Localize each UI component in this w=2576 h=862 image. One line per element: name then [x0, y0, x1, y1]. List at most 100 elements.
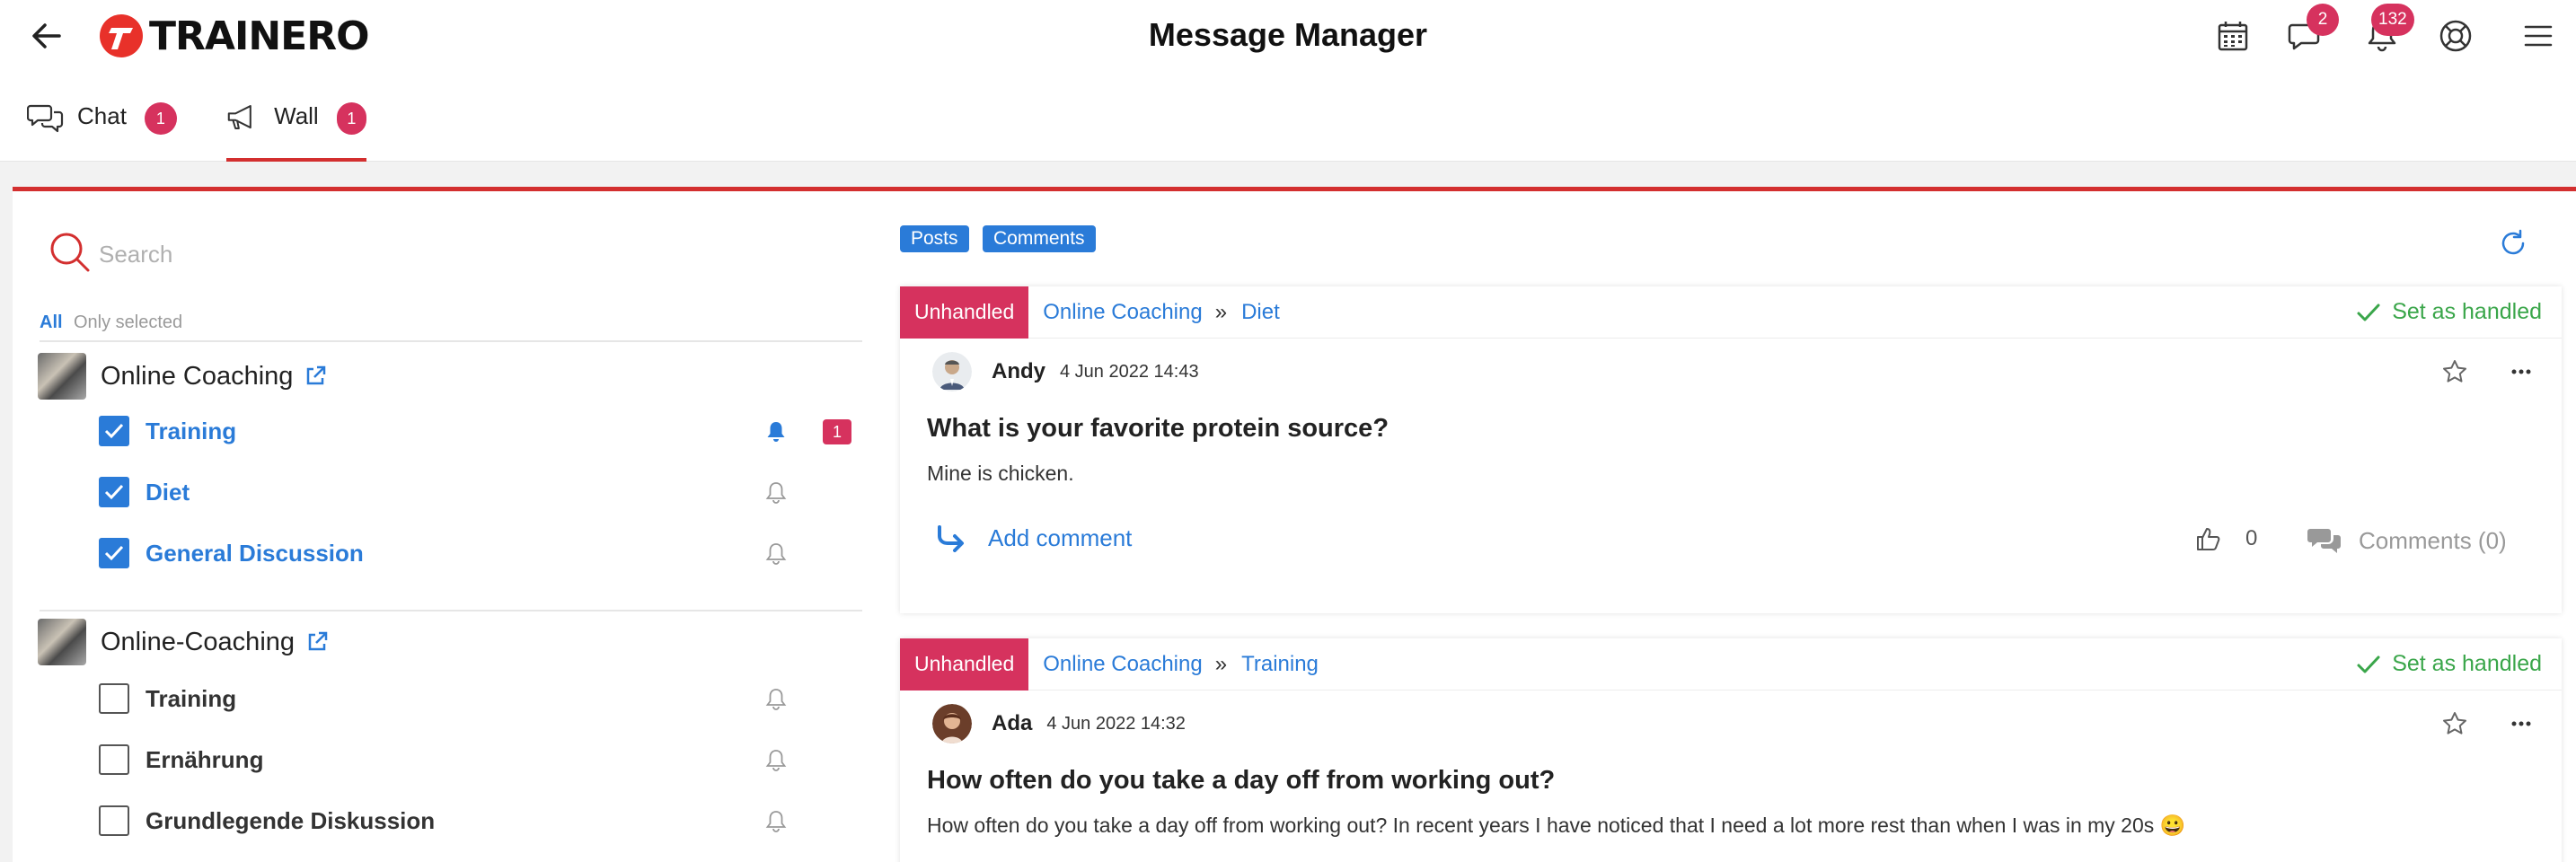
bell-icon[interactable] [763, 809, 789, 834]
group-online-coaching[interactable]: Online Coaching [38, 353, 327, 400]
divider [40, 340, 862, 342]
post-title: How often do you take a day off from wor… [927, 766, 1556, 795]
post-card: Unhandled Online Coaching » Diet Set as … [900, 286, 2562, 613]
menu-icon[interactable] [2519, 16, 2558, 56]
comments-button[interactable]: Comments (0) [2307, 525, 2507, 556]
external-link-icon[interactable] [304, 365, 327, 388]
channel-item[interactable]: Grundlegende Diskussion [99, 798, 871, 843]
group-name: Online Coaching [101, 361, 294, 391]
checkbox-unchecked[interactable] [99, 805, 129, 836]
post-header: Unhandled Online Coaching » Training Set… [900, 638, 2562, 690]
filter-chip-posts[interactable]: Posts [900, 225, 969, 252]
chat-icon [27, 104, 64, 133]
search-input[interactable] [99, 236, 728, 272]
tab-wall-badge: 1 [336, 102, 366, 135]
trainero-logo-icon [100, 14, 143, 57]
bell-icon[interactable] [763, 687, 789, 712]
back-arrow-icon[interactable] [27, 16, 66, 56]
bell-icon[interactable] [763, 748, 789, 773]
channel-item[interactable]: Diet [99, 470, 871, 515]
group-online-coaching-2[interactable]: Online-Coaching [38, 619, 329, 665]
set-as-handled-label: Set as handled [2392, 299, 2542, 324]
author-name[interactable]: Andy [992, 359, 1045, 384]
group-thumbnail [38, 619, 86, 665]
tab-chat[interactable]: Chat 1 [27, 102, 177, 162]
breadcrumb-channel[interactable]: Training [1241, 652, 1319, 677]
refresh-icon[interactable] [2497, 227, 2529, 259]
breadcrumb-separator: » [1214, 651, 1228, 676]
check-icon [2357, 655, 2380, 673]
group-name: Online-Coaching [101, 627, 296, 656]
avatar[interactable] [932, 704, 972, 743]
reply-arrow-icon [938, 525, 964, 552]
channel-label: Grundlegende Diskussion [146, 806, 436, 834]
channel-label: Ernährung [146, 745, 264, 773]
tab-wall-label: Wall [274, 102, 319, 129]
channel-item[interactable]: General Discussion [99, 531, 871, 576]
group-thumbnail [38, 353, 86, 400]
post-author-row: Andy 4 Jun 2022 14:43 [900, 339, 2562, 405]
tab-chat-badge: 1 [144, 102, 177, 135]
thumbs-up-icon [2197, 528, 2220, 550]
post-date: 4 Jun 2022 14:32 [1046, 713, 1186, 734]
tab-wall[interactable]: Wall 1 [226, 102, 366, 162]
divider [40, 610, 862, 611]
filter-only-selected[interactable]: Only selected [74, 312, 182, 333]
set-as-handled-button[interactable]: Set as handled [2356, 299, 2542, 325]
channel-item[interactable]: Ernährung [99, 737, 871, 782]
breadcrumb-channel[interactable]: Diet [1241, 300, 1280, 325]
bell-active-icon[interactable] [763, 419, 789, 444]
channel-item[interactable]: Training [99, 676, 871, 721]
post-actions: Add comment 0 Comments (0) [900, 507, 2562, 579]
post-author-row: Ada 4 Jun 2022 14:32 [900, 690, 2562, 757]
checkbox-checked[interactable] [99, 477, 129, 507]
bell-icon[interactable] [763, 541, 789, 567]
channel-badge: 1 [823, 419, 851, 444]
tab-chat-label: Chat [77, 102, 127, 129]
more-options-icon[interactable] [2508, 358, 2535, 385]
add-comment-label: Add comment [988, 523, 1133, 551]
page-title: Message Manager [1148, 16, 1428, 53]
post-card: Unhandled Online Coaching » Training Set… [900, 638, 2562, 862]
avatar[interactable] [932, 352, 972, 391]
status-badge: Unhandled [900, 286, 1029, 339]
channel-label: Training [146, 417, 237, 444]
star-icon[interactable] [2441, 358, 2468, 385]
checkbox-unchecked[interactable] [99, 683, 129, 714]
help-icon[interactable] [2436, 16, 2475, 56]
logo[interactable]: TRAINERO [99, 11, 369, 61]
channel-label: General Discussion [146, 539, 364, 567]
comments-icon [2307, 529, 2341, 553]
breadcrumb-group[interactable]: Online Coaching [1043, 652, 1202, 677]
chat-badge: 2 [2307, 4, 2339, 36]
author-name[interactable]: Ada [992, 711, 1032, 736]
set-as-handled-button[interactable]: Set as handled [2356, 651, 2542, 677]
notifications-badge: 132 [2371, 4, 2414, 36]
external-link-icon[interactable] [305, 630, 329, 654]
filter-chip-comments[interactable]: Comments [983, 225, 1096, 252]
comments-label: Comments (0) [2359, 526, 2507, 554]
star-icon[interactable] [2441, 710, 2468, 737]
calendar-icon[interactable] [2213, 16, 2253, 56]
add-comment-button[interactable]: Add comment [936, 523, 1132, 552]
post-date: 4 Jun 2022 14:43 [1060, 361, 1199, 382]
checkbox-checked[interactable] [99, 416, 129, 446]
channel-item[interactable]: Training 1 [99, 409, 871, 453]
logo-text: TRAINERO [149, 13, 369, 59]
like-count: 0 [2245, 526, 2258, 550]
breadcrumb-group[interactable]: Online Coaching [1043, 300, 1202, 325]
filter-all[interactable]: All [40, 312, 63, 333]
search-icon[interactable] [49, 231, 92, 274]
post-header: Unhandled Online Coaching » Diet Set as … [900, 286, 2562, 339]
checkbox-checked[interactable] [99, 538, 129, 568]
more-options-icon[interactable] [2508, 710, 2535, 737]
set-as-handled-label: Set as handled [2392, 651, 2542, 676]
channel-label: Diet [146, 478, 190, 506]
tab-bar: Chat 1 Wall 1 [0, 72, 2576, 162]
checkbox-unchecked[interactable] [99, 744, 129, 775]
post-body: Mine is chicken. [927, 462, 1074, 485]
megaphone-icon [227, 105, 251, 130]
bell-icon[interactable] [763, 480, 789, 506]
like-button[interactable]: 0 [2195, 525, 2257, 552]
check-icon [2357, 303, 2380, 321]
